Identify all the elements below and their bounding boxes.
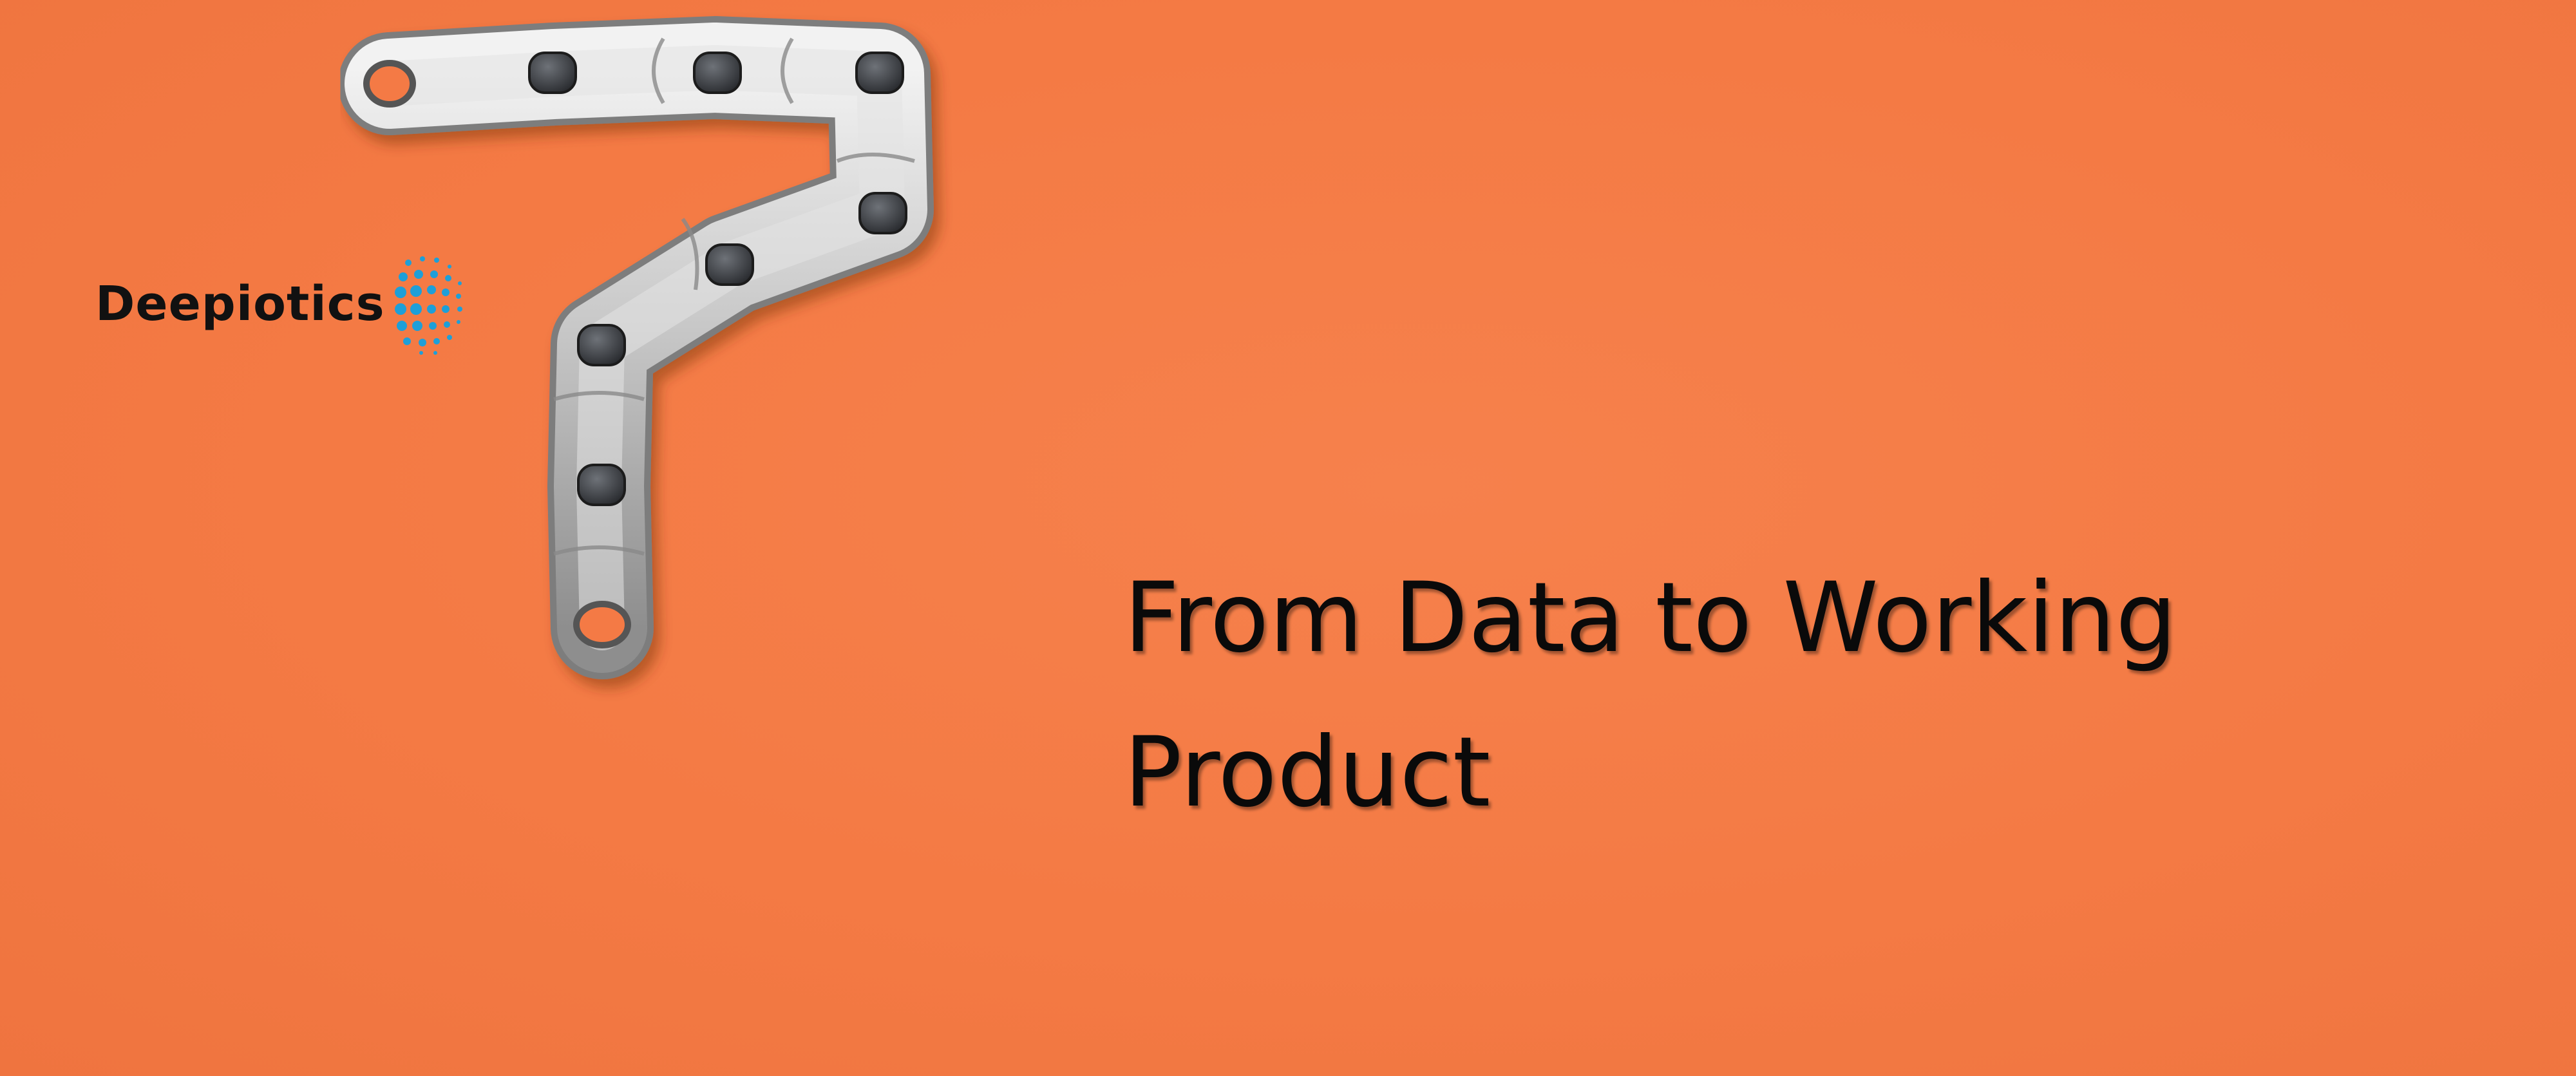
headline-line-1: From Data to Working (1124, 562, 2177, 674)
title-slide: Deepiotics From Data to Working Product (0, 0, 2576, 1076)
logo-text: Deepiotics (95, 276, 385, 332)
headline-line-2: Product (1124, 717, 1491, 829)
dotted-circle-logo-icon (394, 256, 462, 355)
bicycle-chain-image (338, 16, 934, 679)
slide-headline: From Data to Working Product (1124, 541, 2412, 850)
company-logo: Deepiotics (95, 252, 473, 355)
